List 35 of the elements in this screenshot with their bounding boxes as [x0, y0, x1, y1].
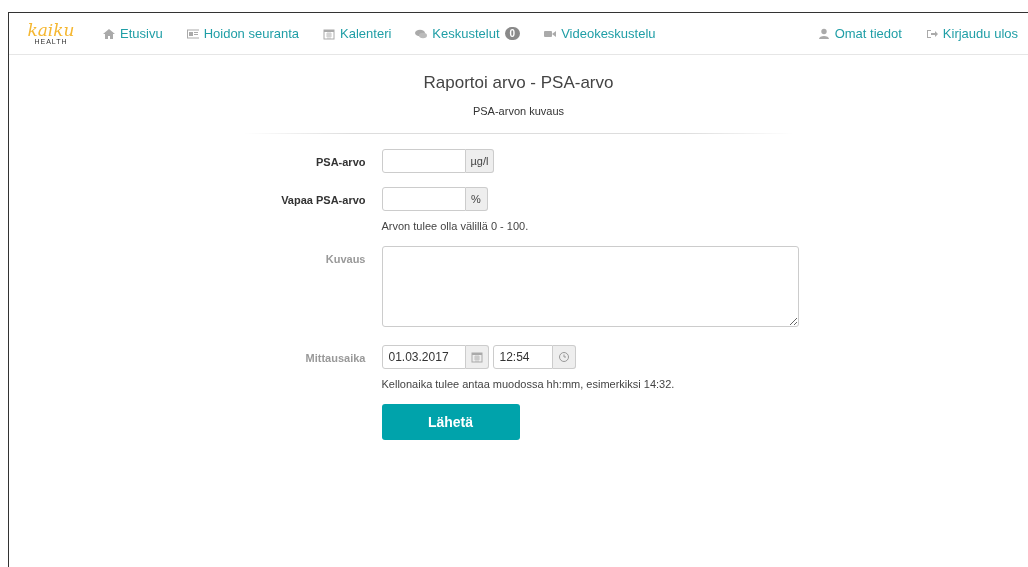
- help-text: Kellonaika tulee antaa muodossa hh:mm, esimerkiksi 14:32.: [381, 378, 676, 390]
- time-field[interactable]: 12:54: [492, 345, 553, 369]
- nav-link[interactable]: Omat tiedot: [834, 26, 902, 41]
- nav-link[interactable]: Kirjaudu ulos: [942, 26, 1018, 41]
- field-label: PSA-arvo: [314, 155, 366, 168]
- page-subtitle: PSA-arvon kuvaus: [472, 105, 565, 117]
- page-title: Raportoi arvo - PSA-arvo: [423, 73, 614, 93]
- nav-link[interactable]: Keskustelut: [432, 26, 500, 41]
- input-field[interactable]: [381, 149, 466, 173]
- calendar-icon: [323, 27, 336, 40]
- nav-link[interactable]: Kalenteri: [340, 26, 392, 41]
- calendar-icon: [470, 351, 483, 363]
- home-icon: [103, 27, 115, 40]
- input-field[interactable]: [381, 187, 466, 211]
- description-field[interactable]: [381, 246, 799, 327]
- field-label: Mittausaika: [304, 351, 366, 364]
- unit-addon: µg/l: [465, 149, 495, 173]
- field-label: Vapaa PSA-arvo: [280, 193, 366, 206]
- nav-link[interactable]: Hoidon seuranta: [203, 26, 300, 41]
- chat-bubbles-icon: [415, 27, 428, 40]
- count-badge: 0: [504, 27, 521, 40]
- id-card-icon: [186, 27, 199, 40]
- help-text: Arvon tulee olla välillä 0 - 100.: [381, 220, 530, 232]
- calendar-button[interactable]: [465, 345, 489, 369]
- clock-button[interactable]: [552, 345, 576, 369]
- logo-wordmark[interactable]: kaiku: [27, 22, 75, 38]
- user-icon: [817, 27, 830, 40]
- field-label: Kuvaus: [324, 252, 366, 265]
- submit-button[interactable]: Lähetä: [381, 404, 520, 440]
- nav-link[interactable]: Etusivu: [120, 26, 163, 41]
- clock-icon: [557, 351, 570, 363]
- sign-out-icon: [925, 27, 938, 40]
- unit-addon: %: [465, 187, 488, 211]
- date-field[interactable]: 01.03.2017: [381, 345, 466, 369]
- nav-link[interactable]: Videokeskustelu: [561, 26, 656, 41]
